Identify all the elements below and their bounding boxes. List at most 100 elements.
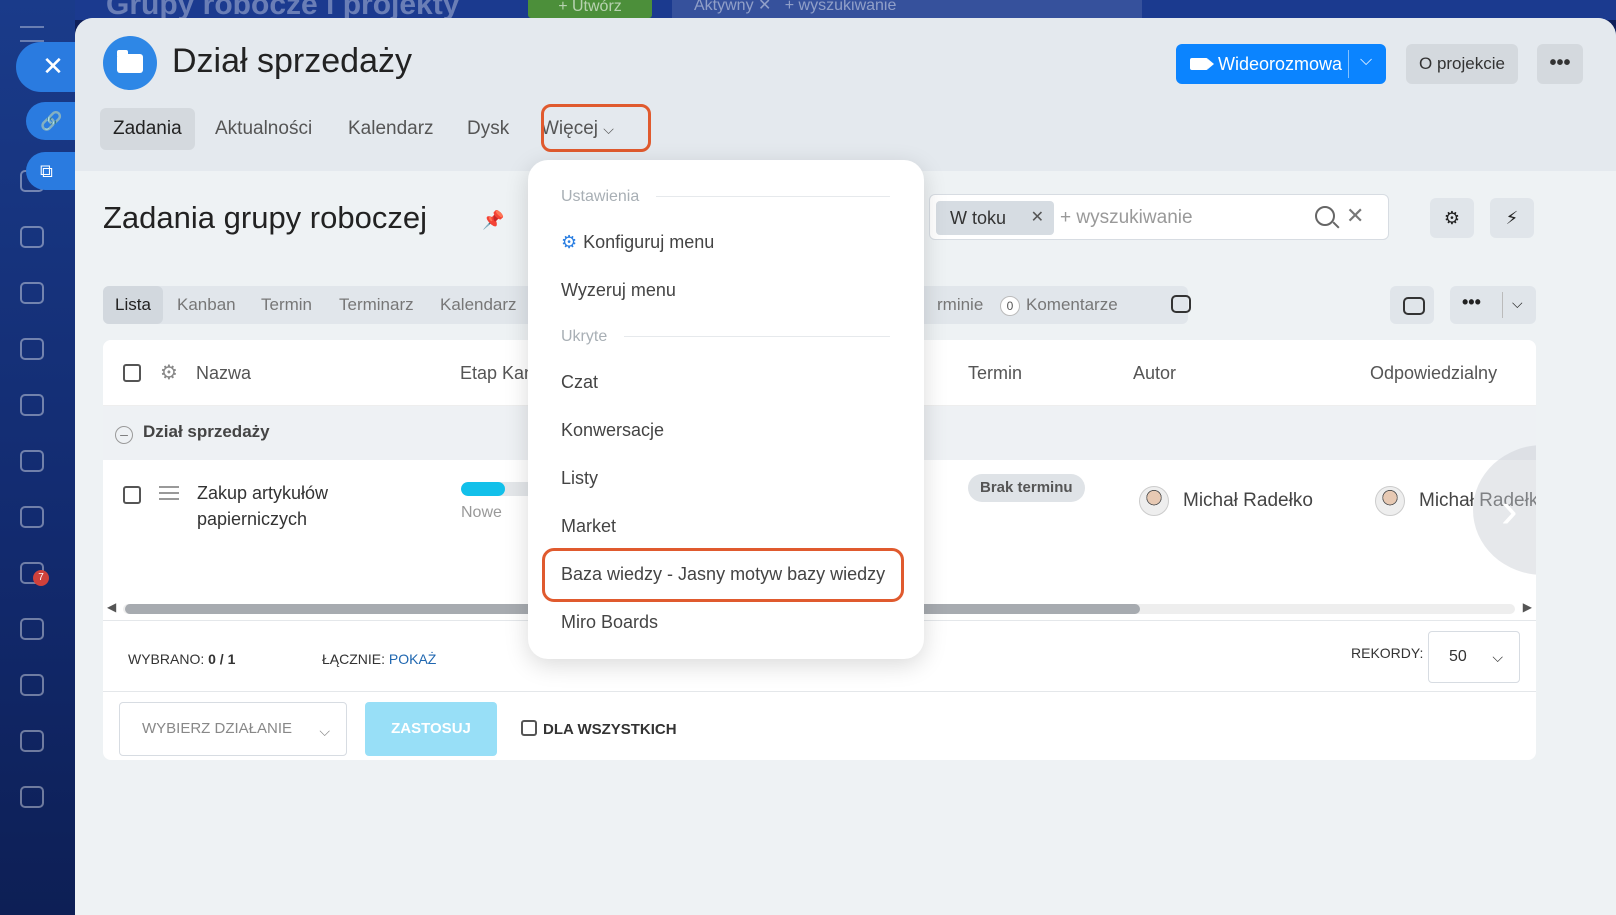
records-per-page-select[interactable]: 50 ⌵ — [1428, 631, 1520, 683]
stage-label: Nowe — [461, 504, 502, 521]
quick-actions-button[interactable]: ⚡ — [1490, 198, 1534, 238]
view-planner[interactable]: Terminarz — [327, 286, 426, 324]
stage-progress-fill — [461, 482, 505, 496]
board-icon[interactable] — [20, 506, 44, 528]
chevron-down-icon: ⌵ — [1492, 649, 1503, 665]
show-total-link[interactable]: POKAŻ — [389, 651, 436, 667]
remove-chip-icon[interactable]: ✕ — [1031, 201, 1044, 235]
column-responsible[interactable]: Odpowiedzialny — [1370, 363, 1497, 384]
list-actions-button[interactable]: ••• ⌵ — [1450, 286, 1536, 324]
for-all-checkbox[interactable] — [521, 720, 537, 736]
groups-icon[interactable] — [20, 618, 44, 640]
action-select[interactable]: WYBIERZ DZIAŁANIE ⌵ — [119, 702, 347, 756]
close-icon: ✕ — [42, 51, 64, 81]
menu-item-conversations[interactable]: Konwersacje — [561, 420, 664, 441]
open-new-window-button[interactable]: ⧉ — [26, 152, 80, 190]
scroll-right-icon[interactable]: ▶ — [1523, 600, 1532, 614]
settings-button[interactable]: ⚙ — [1430, 198, 1474, 238]
video-call-label: Wideorozmowa — [1218, 53, 1343, 74]
divider — [1348, 50, 1349, 78]
background-create-button: + Utwórz — [528, 0, 652, 18]
filter-chip[interactable]: W toku ✕ — [936, 201, 1054, 235]
more-icon: ••• — [1462, 292, 1481, 312]
goals-icon[interactable] — [20, 730, 44, 752]
search-icon[interactable] — [1315, 206, 1335, 226]
view-comments[interactable]: 0 Komentarze — [988, 286, 1130, 324]
configure-menu-item[interactable]: ⚙ Konfiguruj menu — [561, 232, 714, 253]
folder-icon — [103, 36, 157, 90]
search-placeholder: + wyszukiwanie — [1060, 207, 1193, 228]
about-project-button[interactable]: O projekcie — [1406, 44, 1518, 84]
row-checkbox[interactable] — [123, 486, 141, 504]
tab-tasks[interactable]: Zadania — [100, 108, 195, 150]
divider — [624, 336, 890, 337]
chevron-down-icon[interactable]: ⌵ — [1360, 52, 1372, 70]
menu-icon[interactable] — [20, 26, 44, 42]
column-deadline[interactable]: Termin — [968, 363, 1022, 384]
clear-search-icon[interactable]: ✕ — [1346, 203, 1364, 229]
task-name[interactable]: Zakup artykułów papierniczych — [197, 480, 347, 532]
notification-badge: 7 — [33, 570, 49, 586]
menu-item-miro-boards[interactable]: Miro Boards — [561, 612, 658, 633]
tab-news[interactable]: Aktualności — [202, 108, 325, 150]
collapse-icon[interactable]: – — [115, 426, 133, 444]
section-settings: Ustawienia — [561, 188, 640, 205]
apply-button[interactable]: ZASTOSUJ — [365, 702, 497, 756]
view-list[interactable]: Lista — [103, 286, 163, 324]
search-input[interactable]: W toku ✕ + wyszukiwanie ✕ — [929, 194, 1389, 240]
drive-icon[interactable] — [20, 394, 44, 416]
close-slider-button[interactable]: ✕ — [16, 42, 80, 92]
filter-chip-label: W toku — [950, 208, 1007, 228]
calendar-icon[interactable] — [20, 338, 44, 360]
chat-icon[interactable] — [20, 282, 44, 304]
reset-menu-item[interactable]: Wyzeruj menu — [561, 280, 676, 301]
column-name[interactable]: Nazwa — [196, 363, 251, 384]
document-icon[interactable] — [20, 450, 44, 472]
records-label: REKORDY: — [1351, 645, 1424, 661]
gear-icon[interactable]: ⚙ — [160, 360, 178, 385]
external-link-icon: ⧉ — [40, 161, 53, 181]
robots-button[interactable] — [1390, 286, 1434, 324]
column-author[interactable]: Autor — [1133, 363, 1176, 384]
menu-item-chat[interactable]: Czat — [561, 372, 598, 393]
camera-icon — [1190, 58, 1214, 70]
column-stage[interactable]: Etap Kan — [460, 363, 534, 384]
for-all-option[interactable]: DLA WSZYSTKICH — [521, 720, 677, 738]
panel-header: Dział sprzedaży Wideorozmowa ⌵ O projekc… — [75, 18, 1616, 171]
menu-item-lists[interactable]: Listy — [561, 468, 598, 489]
copy-link-button[interactable]: 🔗 — [26, 102, 80, 140]
tasks-icon[interactable] — [20, 226, 44, 248]
scroll-left-icon[interactable]: ◀ — [107, 600, 116, 614]
pin-icon[interactable]: 📌 — [482, 210, 504, 231]
view-kanban[interactable]: Kanban — [165, 286, 248, 324]
chevron-down-icon[interactable]: ⌵ — [1512, 295, 1523, 312]
gear-icon: ⚙ — [1443, 208, 1461, 228]
section-hidden: Ukryte — [561, 328, 608, 345]
deadline-badge[interactable]: Brak terminu — [968, 474, 1085, 502]
more-options-button[interactable]: ••• — [1537, 44, 1583, 84]
tab-drive[interactable]: Dysk — [454, 108, 522, 150]
divider — [656, 196, 890, 197]
contacts-icon[interactable] — [20, 674, 44, 696]
divider — [1502, 292, 1503, 318]
section-title: Zadania grupy roboczej — [103, 200, 427, 235]
view-calendar[interactable]: Kalendarz — [428, 286, 529, 324]
avatar[interactable] — [1139, 486, 1169, 516]
avatar[interactable] — [1375, 486, 1405, 516]
chevron-down-icon: ⌵ — [319, 723, 330, 739]
group-label: Dział sprzedaży — [143, 422, 270, 441]
lightning-icon: ⚡ — [1505, 208, 1519, 228]
drag-handle-icon[interactable] — [159, 486, 179, 500]
select-all-checkbox[interactable] — [123, 364, 141, 382]
view-overdue[interactable]: rminie — [925, 286, 995, 324]
chevron-right-icon: › — [1501, 482, 1518, 538]
background-filter: Aktywny ✕ + wyszukiwanie — [672, 0, 1142, 18]
video-call-button[interactable]: Wideorozmowa ⌵ — [1176, 44, 1386, 84]
tab-calendar[interactable]: Kalendarz — [335, 108, 447, 150]
filter-icon[interactable] — [20, 786, 44, 808]
menu-item-market[interactable]: Market — [561, 516, 616, 537]
chat-bubble-icon[interactable] — [1171, 295, 1191, 313]
selected-count: WYBRANO: 0 / 1 — [128, 651, 236, 667]
view-deadline[interactable]: Termin — [249, 286, 324, 324]
author-name[interactable]: Michał Radełko — [1183, 490, 1313, 512]
